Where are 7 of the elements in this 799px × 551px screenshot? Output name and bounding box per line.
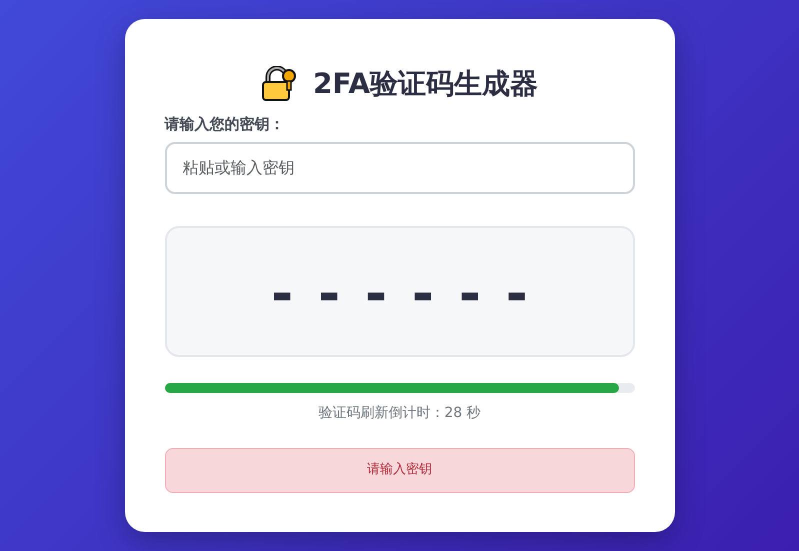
secret-input[interactable]: 粘贴或输入密钥: [164, 142, 634, 194]
lock-icon: [260, 66, 297, 102]
app-title: 2FA验证码生成器: [312, 66, 538, 102]
code-display: ------: [164, 226, 634, 356]
error-alert: 请输入密钥: [164, 448, 634, 492]
countdown-text: 验证码刷新倒计时：28 秒: [317, 404, 482, 422]
secret-label: 请输入您的密钥：: [164, 114, 286, 135]
